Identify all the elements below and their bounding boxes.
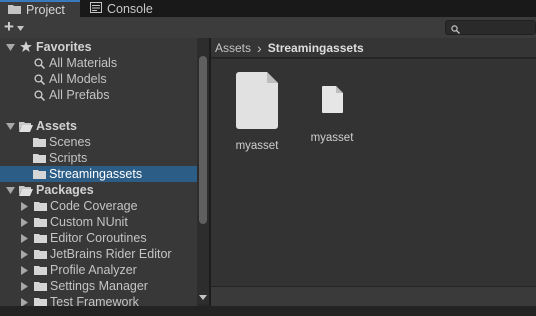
collapse-arrow-icon[interactable] xyxy=(18,249,30,259)
tree-item-jetbrains-rider-editor[interactable]: JetBrains Rider Editor xyxy=(0,246,197,262)
scrollbar-thumb[interactable] xyxy=(199,56,207,224)
collapse-arrow-icon[interactable] xyxy=(18,201,30,211)
asset-name: myasset xyxy=(235,140,279,152)
search-icon xyxy=(32,73,46,85)
tree-item-packages[interactable]: Packages xyxy=(0,182,197,198)
folder-icon xyxy=(32,136,46,148)
tree-item-profile-analyzer[interactable]: Profile Analyzer xyxy=(0,262,197,278)
window-footer xyxy=(0,306,536,316)
add-button[interactable]: + xyxy=(4,18,34,36)
star-icon xyxy=(19,41,33,53)
search-icon xyxy=(32,89,46,101)
collapse-arrow-icon[interactable] xyxy=(18,281,30,291)
scroll-down-arrow-icon[interactable] xyxy=(197,292,209,302)
folder-icon xyxy=(33,248,47,260)
breadcrumb-assets[interactable]: Assets xyxy=(215,41,251,55)
expand-arrow-icon[interactable] xyxy=(4,186,16,194)
console-icon xyxy=(90,1,102,16)
asset-item[interactable]: myasset xyxy=(222,72,292,152)
tree-item-label: JetBrains Rider Editor xyxy=(50,247,172,261)
tree-item-label: Code Coverage xyxy=(50,199,138,213)
content-footer xyxy=(211,286,536,307)
expand-arrow-icon[interactable] xyxy=(4,122,16,130)
folder-open-icon xyxy=(19,184,33,196)
folder-icon xyxy=(33,216,47,228)
tab-console[interactable]: Console xyxy=(86,0,190,17)
toolbar: + xyxy=(0,17,536,39)
tree-item-all-prefabs[interactable]: All Prefabs xyxy=(0,87,197,103)
tree-item-label: Scenes xyxy=(49,135,91,149)
tree-item-editor-coroutines[interactable]: Editor Coroutines xyxy=(0,230,197,246)
tree-item-label: Favorites xyxy=(36,40,92,54)
search-icon xyxy=(451,23,460,37)
breadcrumb-current[interactable]: Streamingassets xyxy=(268,41,364,55)
search-icon xyxy=(32,57,46,69)
tree-item-settings-manager[interactable]: Settings Manager xyxy=(0,278,197,294)
tree-item-label: Packages xyxy=(36,183,94,197)
breadcrumb-separator: › xyxy=(257,39,262,56)
file-large-icon xyxy=(236,72,278,132)
tab-label: Console xyxy=(107,1,153,16)
tree-item-label: Custom NUnit xyxy=(50,215,128,229)
tree-item-scripts[interactable]: Scripts xyxy=(0,150,197,166)
search-field[interactable] xyxy=(445,20,536,35)
expand-arrow-icon[interactable] xyxy=(4,43,16,51)
tree-item-all-materials[interactable]: All Materials xyxy=(0,55,197,71)
tree-item-label: Editor Coroutines xyxy=(50,231,147,245)
tree-item-label: Profile Analyzer xyxy=(50,263,137,277)
folder-icon xyxy=(8,3,21,17)
tree-item-code-coverage[interactable]: Code Coverage xyxy=(0,198,197,214)
folder-icon xyxy=(33,264,47,276)
asset-name: myasset xyxy=(310,132,354,144)
tree-item-label: Scripts xyxy=(49,151,88,165)
collapse-arrow-icon[interactable] xyxy=(18,265,30,275)
tree-item-label: All Materials xyxy=(49,56,118,70)
folder-icon xyxy=(32,152,46,164)
tree-item-label: All Models xyxy=(49,72,107,86)
tree-item-custom-nunit[interactable]: Custom NUnit xyxy=(0,214,197,230)
tree-item-label: All Prefabs xyxy=(49,88,110,102)
file-icon xyxy=(321,86,343,116)
tab-project[interactable]: Project xyxy=(0,0,80,17)
tree-item-scenes[interactable]: Scenes xyxy=(0,134,197,150)
tree-item-label: Streamingassets xyxy=(49,167,143,181)
project-tree: Favorites All Materials All Models All Pref… xyxy=(0,38,197,316)
collapse-arrow-icon[interactable] xyxy=(18,217,30,227)
tree-item-streamingassets[interactable]: Streamingassets xyxy=(0,166,197,182)
folder-icon xyxy=(33,232,47,244)
folder-icon xyxy=(32,168,46,180)
tree-item-label: Settings Manager xyxy=(50,279,148,293)
plus-icon: + xyxy=(4,17,14,36)
tree-item-all-models[interactable]: All Models xyxy=(0,71,197,87)
folder-open-icon xyxy=(19,120,33,132)
tree-item-favorites[interactable]: Favorites xyxy=(0,39,197,55)
asset-grid: myasset myasset xyxy=(211,59,536,286)
folder-icon xyxy=(33,200,47,212)
folder-icon xyxy=(33,280,47,292)
chevron-down-icon xyxy=(16,20,24,34)
window-tab-bar: Project Console xyxy=(0,0,536,17)
collapse-arrow-icon[interactable] xyxy=(18,233,30,243)
tree-item-label: Assets xyxy=(36,119,77,133)
tab-label: Project xyxy=(26,2,65,17)
breadcrumb: Assets › Streamingassets xyxy=(211,38,536,58)
tree-item-assets[interactable]: Assets xyxy=(0,118,197,134)
asset-item[interactable]: myasset xyxy=(297,86,367,144)
